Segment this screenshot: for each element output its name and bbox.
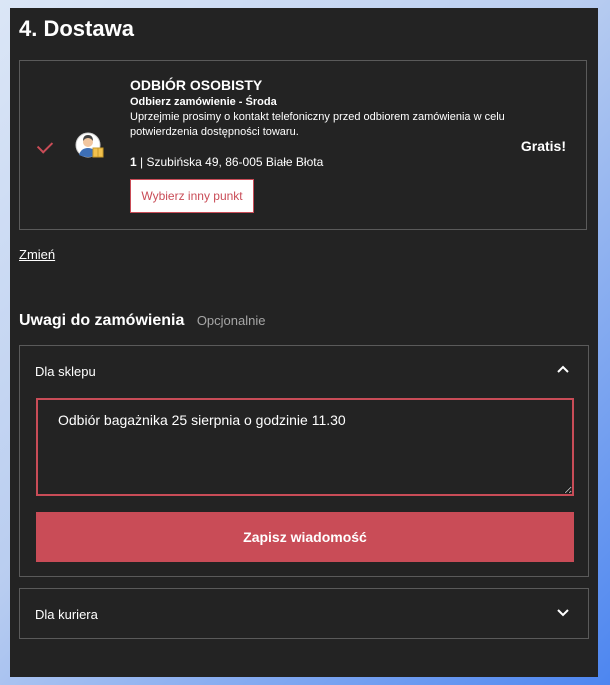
accordion-courier-label: Dla kuriera (35, 607, 98, 622)
accordion-shop-header[interactable]: Dla sklepu (20, 346, 588, 394)
chevron-down-icon (556, 605, 570, 619)
shop-message-textarea[interactable]: Odbiór bagażnika 25 sierpnia o godzinie … (36, 398, 574, 496)
order-notes-title: Uwagi do zamówienia (19, 312, 185, 329)
delivery-price: Gratis! (520, 138, 566, 154)
accordion-courier: Dla kuriera (19, 588, 589, 639)
checkout-panel: 4. Dostawa ODBIÓR OSOBISTY Odbierz zamów… (10, 8, 598, 677)
pickup-point-address: | Szubińska 49, 86-005 Białe Błota (140, 155, 324, 169)
accordion-courier-header[interactable]: Dla kuriera (20, 589, 588, 637)
person-package-icon (74, 131, 106, 163)
pickup-note: Uprzejmie prosimy o kontakt telefoniczny… (130, 111, 505, 138)
accordion-shop-label: Dla sklepu (35, 364, 96, 379)
section-title: 4. Dostawa (19, 16, 134, 41)
pickup-day: Odbierz zamówienie - Środa (130, 96, 277, 108)
chevron-up-icon (556, 362, 570, 376)
delivery-option-card[interactable]: ODBIÓR OSOBISTY Odbierz zamówienie - Śro… (19, 60, 587, 230)
save-message-button[interactable]: Zapisz wiadomość (36, 512, 574, 562)
pickup-point-number: 1 (130, 155, 137, 169)
optional-label: Opcjonalnie (196, 313, 266, 328)
delivery-method-title: ODBIÓR OSOBISTY (130, 77, 263, 93)
pickup-address: 1 | Szubińska 49, 86-005 Białe Błota (130, 155, 323, 169)
accordion-shop: Dla sklepu Odbiór bagażnika 25 sierpnia … (19, 345, 589, 577)
order-notes-heading: Uwagi do zamówienia Opcjonalnie (19, 312, 265, 330)
choose-other-point-button[interactable]: Wybierz inny punkt (130, 179, 254, 213)
change-delivery-link[interactable]: Zmień (19, 247, 55, 262)
check-icon (36, 137, 54, 154)
